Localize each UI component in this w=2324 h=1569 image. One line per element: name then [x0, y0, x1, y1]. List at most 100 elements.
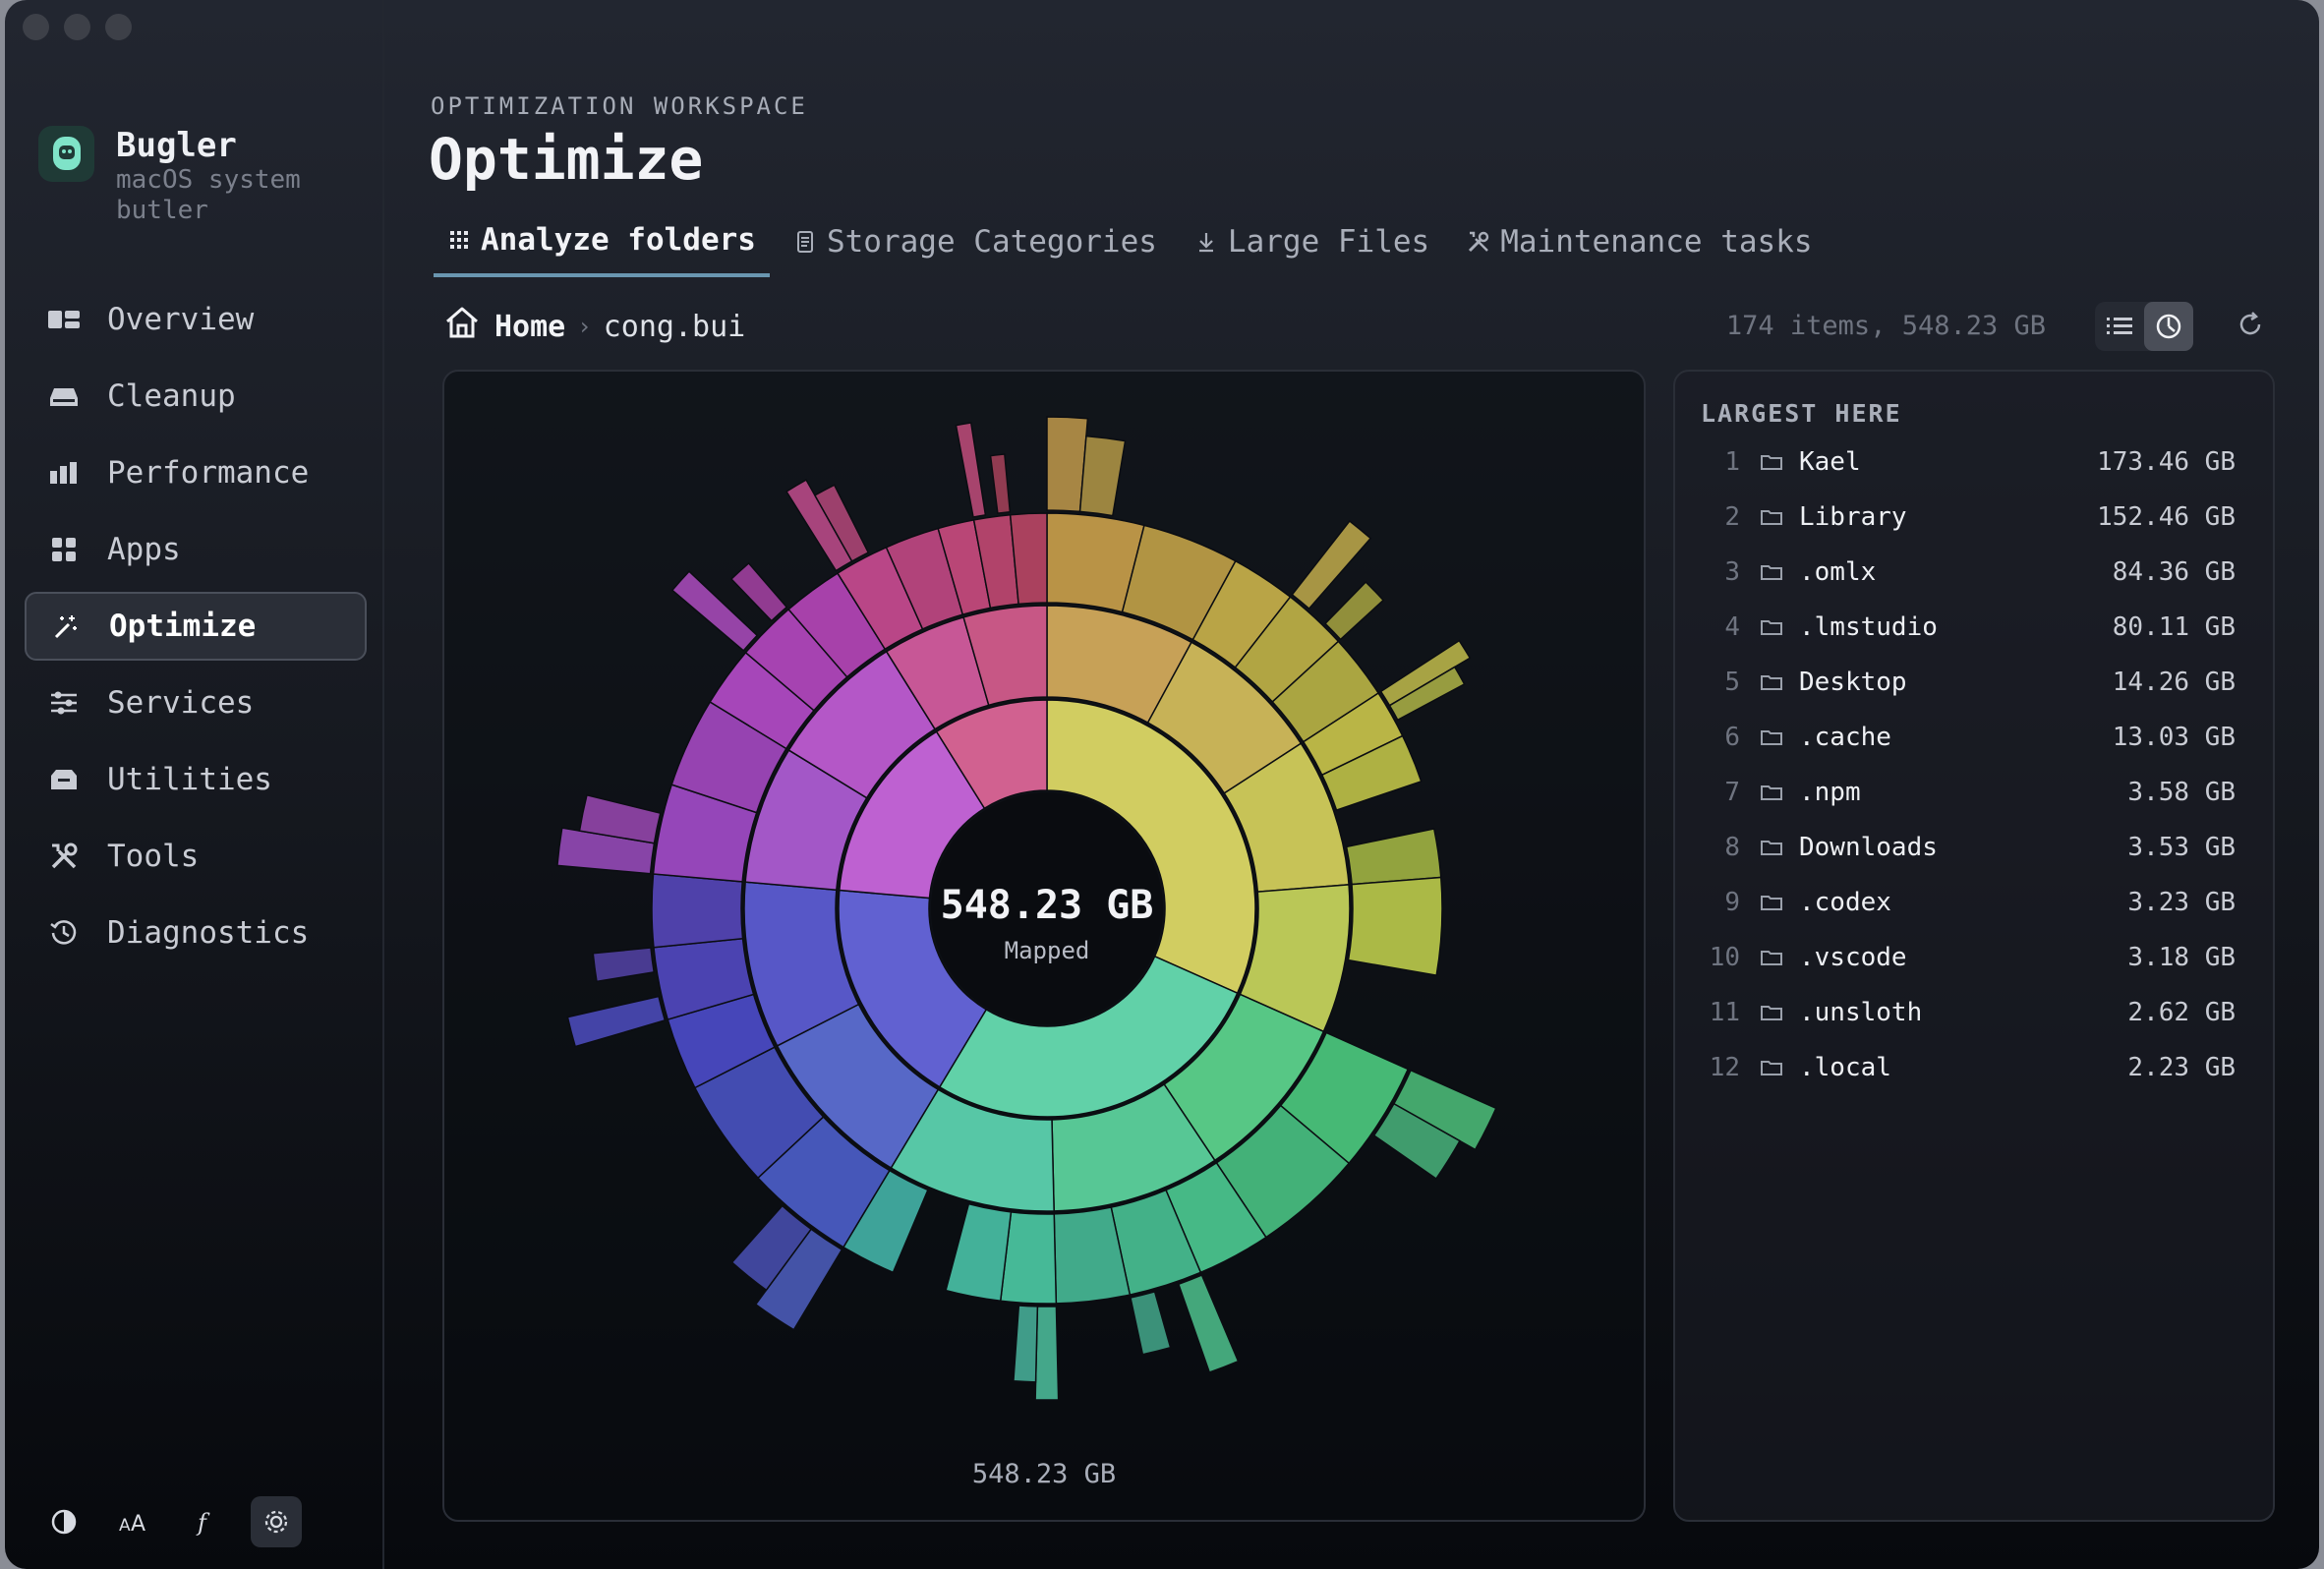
folder-icon [1760, 948, 1783, 967]
sunburst-segment[interactable] [955, 422, 987, 518]
sidebar-item-label: Performance [107, 455, 310, 491]
refresh-icon[interactable] [2237, 311, 2264, 342]
sidebar-item-diagnostics[interactable]: Diagnostics [25, 899, 367, 967]
contrast-icon[interactable] [38, 1496, 89, 1547]
folder-icon [1760, 783, 1783, 802]
sidebar-item-services[interactable]: Services [25, 668, 367, 737]
sunburst-chart[interactable]: 548.23 GB Mapped [444, 372, 1644, 1453]
sidebar-item-apps[interactable]: Apps [25, 515, 367, 584]
sidebar-item-label: Cleanup [107, 378, 236, 414]
tab-analyze-folders[interactable]: Analyze folders [434, 222, 770, 277]
sunburst-segment[interactable] [729, 561, 788, 622]
sunburst-segment[interactable] [1013, 1305, 1039, 1383]
list-item[interactable]: 4 .lmstudio 80.11 GB [1675, 600, 2273, 655]
sidebar-item-label: Optimize [109, 609, 257, 644]
sunburst-view-icon[interactable] [2144, 302, 2193, 351]
sunburst-segment[interactable] [1345, 828, 1442, 886]
sidebar-item-tools[interactable]: Tools [25, 822, 367, 891]
largest-list: 1 Kael 173.46 GB 2 Library 152.46 GB 3 .omlx 84.… [1675, 435, 2273, 1095]
sidebar: Bugler macOS system butler Overview Clean… [5, 0, 384, 1569]
rank-number: 3 [1724, 557, 1740, 587]
text-size-icon[interactable]: AA [109, 1496, 160, 1547]
sunburst-segment[interactable] [1034, 1306, 1060, 1401]
sunburst-segment[interactable] [989, 453, 1012, 514]
folder-size: 2.62 GB [2127, 998, 2236, 1027]
sidebar-item-utilities[interactable]: Utilities [25, 745, 367, 814]
settings-icon[interactable] [251, 1496, 302, 1547]
breadcrumb-current[interactable]: cong.bui [604, 310, 746, 344]
folder-name: .codex [1799, 888, 1891, 917]
folder-icon [1760, 727, 1783, 747]
sunburst-segment[interactable] [592, 947, 656, 983]
document-icon [793, 230, 817, 254]
tab-label: Maintenance tasks [1500, 224, 1813, 260]
list-item[interactable]: 2 Library 152.46 GB [1675, 490, 2273, 545]
app-window: Bugler macOS system butler Overview Clean… [5, 0, 2319, 1569]
tab-maintenance-tasks[interactable]: Maintenance tasks [1453, 222, 1826, 277]
list-item[interactable]: 8 Downloads 3.53 GB [1675, 820, 2273, 875]
apps-icon [46, 532, 82, 567]
list-item[interactable]: 7 .npm 3.58 GB [1675, 765, 2273, 820]
sunburst-segment[interactable] [1347, 876, 1443, 976]
list-item[interactable]: 11 .unsloth 2.62 GB [1675, 985, 2273, 1040]
folder-size: 3.58 GB [2127, 778, 2236, 807]
grid-icon [447, 228, 471, 252]
sidebar-item-label: Utilities [107, 762, 272, 797]
folder-icon [1760, 1003, 1783, 1022]
sidebar-item-overview[interactable]: Overview [25, 285, 367, 354]
brand: Bugler macOS system butler [38, 126, 322, 226]
home-icon[interactable] [443, 305, 481, 348]
cleanup-icon [46, 378, 82, 414]
list-view-icon[interactable] [2095, 302, 2144, 351]
sidebar-item-performance[interactable]: Performance [25, 438, 367, 507]
sunburst-panel: 548.23 GB Mapped 548.23 GB [442, 370, 1646, 1522]
sunburst-segment[interactable] [1130, 1290, 1172, 1356]
tab-storage-categories[interactable]: Storage Categories [780, 222, 1171, 277]
list-item[interactable]: 12 .local 2.23 GB [1675, 1040, 2273, 1095]
center-value: 548.23 GB [941, 883, 1154, 928]
folder-size: 173.46 GB [2097, 447, 2236, 477]
folder-size: 3.18 GB [2127, 943, 2236, 972]
sidebar-item-label: Services [107, 685, 255, 721]
breadcrumb-home[interactable]: Home [494, 310, 565, 344]
sunburst-segment[interactable] [1323, 581, 1385, 641]
folder-name: .cache [1799, 723, 1891, 752]
folder-name: Library [1799, 502, 1907, 532]
tools-icon [46, 839, 82, 874]
folder-name: .npm [1799, 778, 1861, 807]
sunburst-segment[interactable] [651, 873, 744, 949]
font-icon[interactable]: f [180, 1496, 231, 1547]
page-title: Optimize [429, 126, 704, 193]
services-icon [46, 685, 82, 721]
sidebar-nav: Overview Cleanup Performance Apps Optimize Se… [25, 285, 367, 975]
rank-number: 5 [1724, 668, 1740, 697]
download-icon [1194, 230, 1218, 254]
list-item[interactable]: 3 .omlx 84.36 GB [1675, 545, 2273, 600]
folder-size: 152.46 GB [2097, 502, 2236, 532]
rank-number: 2 [1724, 502, 1740, 532]
largest-panel: LARGEST HERE 1 Kael 173.46 GB 2 Library 152.4… [1673, 370, 2275, 1522]
sunburst-segment[interactable] [1078, 435, 1127, 517]
folder-icon [1760, 838, 1783, 857]
list-item[interactable]: 9 .codex 3.23 GB [1675, 875, 2273, 930]
folder-size: 3.23 GB [2127, 888, 2236, 917]
tab-label: Storage Categories [826, 224, 1157, 260]
tab-large-files[interactable]: Large Files [1181, 222, 1443, 277]
app-name: Bugler [116, 126, 237, 165]
sunburst-segment[interactable] [945, 1202, 1013, 1303]
sidebar-item-cleanup[interactable]: Cleanup [25, 362, 367, 431]
sidebar-item-optimize[interactable]: Optimize [25, 592, 367, 661]
folder-name: .vscode [1799, 943, 1907, 972]
list-item[interactable]: 5 Desktop 14.26 GB [1675, 655, 2273, 710]
list-item[interactable]: 10 .vscode 3.18 GB [1675, 930, 2273, 985]
list-item[interactable]: 1 Kael 173.46 GB [1675, 435, 2273, 490]
rank-number: 8 [1724, 833, 1740, 862]
folder-name: Downloads [1799, 833, 1938, 862]
folder-name: .local [1799, 1053, 1891, 1082]
folder-icon [1760, 893, 1783, 912]
sunburst-segment[interactable] [1177, 1274, 1240, 1373]
sunburst-segment[interactable] [566, 995, 667, 1048]
sidebar-item-label: Tools [107, 839, 200, 874]
list-item[interactable]: 6 .cache 13.03 GB [1675, 710, 2273, 765]
diagnostics-icon [46, 915, 82, 951]
